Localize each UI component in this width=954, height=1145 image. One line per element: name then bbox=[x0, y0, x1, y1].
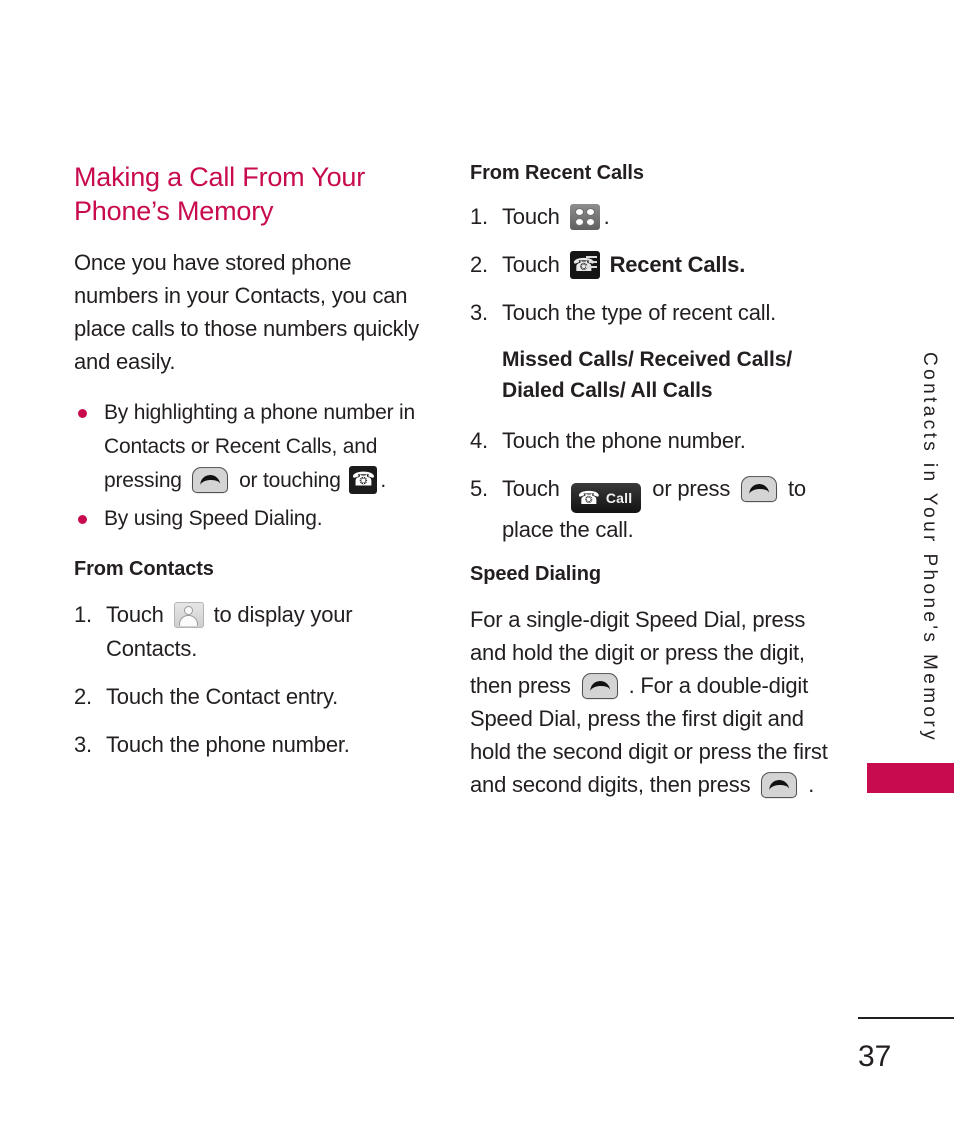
speed-text-part-3: . bbox=[808, 772, 815, 797]
step-text-after: Recent Calls. bbox=[609, 252, 746, 277]
call-button-icon: ☎ Call bbox=[570, 483, 642, 513]
step-text-before: Touch bbox=[106, 602, 164, 627]
list-item: 1. Touch . bbox=[470, 200, 830, 234]
section-heading-from-recent-calls: From Recent Calls bbox=[470, 162, 644, 184]
step-number: 4. bbox=[470, 428, 488, 453]
methods-bullet-list: By highlighting a phone number in Contac… bbox=[74, 396, 424, 536]
step-number: 3. bbox=[470, 300, 488, 325]
step-text-before: Touch bbox=[502, 204, 560, 229]
intro-paragraph: Once you have stored phone numbers in yo… bbox=[74, 250, 419, 374]
list-item: 4. Touch the phone number. bbox=[470, 424, 830, 458]
step-text-before: Touch the phone number. bbox=[106, 732, 350, 757]
section-heading-speed-dialing: Speed Dialing bbox=[470, 563, 601, 585]
page-number: 37 bbox=[858, 1040, 892, 1073]
list-item: 3. Touch the type of recent call. bbox=[470, 296, 830, 330]
step-text-after: . bbox=[603, 204, 610, 229]
bullet-text-after: . bbox=[380, 469, 387, 492]
section-heading-from-contacts: From Contacts bbox=[74, 558, 214, 580]
step-number: 2. bbox=[470, 252, 488, 277]
step-text-before: Touch the Contact entry. bbox=[106, 684, 339, 709]
contacts-icon-head bbox=[184, 606, 194, 615]
contacts-icon bbox=[173, 602, 204, 628]
step-number: 1. bbox=[470, 204, 488, 229]
list-item: By using Speed Dialing. bbox=[74, 502, 424, 536]
step-number: 1. bbox=[74, 602, 92, 627]
from-recent-calls-steps-continued: 4. Touch the phone number. 5. Touch ☎ Ca… bbox=[470, 424, 830, 547]
step-number: 5. bbox=[470, 476, 488, 501]
left-column: Making a Call From Your Phone’s Memory O… bbox=[74, 160, 424, 776]
right-column: From Recent Calls 1. Touch . 2. Touch ☎ … bbox=[470, 160, 830, 819]
list-item: 1. Touch to display your Contacts. bbox=[74, 598, 424, 666]
call-button-label: Call bbox=[605, 490, 633, 506]
footer-divider bbox=[858, 1017, 954, 1019]
send-key-icon bbox=[740, 476, 778, 503]
from-contacts-steps: 1. Touch to display your Contacts. 2. To… bbox=[74, 598, 424, 762]
handset-glyph: ☎ bbox=[577, 488, 600, 508]
send-key-icon bbox=[761, 772, 798, 799]
list-item: 5. Touch ☎ Call or press to place the ca… bbox=[470, 472, 830, 547]
step-text-before: Touch the phone number. bbox=[502, 428, 746, 453]
list-item: 2. Touch ☎ Recent Calls. bbox=[470, 248, 830, 282]
recent-calls-icon: ☎ bbox=[569, 251, 600, 279]
side-tab-label: Contacts in Your Phone's Memory bbox=[919, 352, 940, 744]
step-text-before: Touch bbox=[502, 476, 560, 501]
call-types-text: Missed Calls/ Received Calls/ Dialed Cal… bbox=[502, 348, 793, 402]
bullet-text-before: By using Speed Dialing. bbox=[104, 507, 323, 530]
bullet-text-middle: or touching bbox=[239, 469, 341, 492]
menu-grid-icon bbox=[569, 204, 600, 230]
phone-handset-icon: ☎ bbox=[349, 466, 378, 494]
step-number: 2. bbox=[74, 684, 92, 709]
step-text-before: Touch the type of recent call. bbox=[502, 300, 777, 325]
speed-dialing-paragraph: For a single-digit Speed Dial, press and… bbox=[470, 603, 830, 801]
send-key-icon bbox=[192, 467, 229, 494]
send-key-icon bbox=[581, 673, 618, 700]
contacts-icon-body bbox=[179, 615, 199, 626]
handset-glyph: ☎ bbox=[351, 469, 376, 491]
manual-page: Making a Call From Your Phone’s Memory O… bbox=[0, 0, 954, 1145]
side-tab-marker bbox=[867, 763, 954, 793]
step-text-middle: or press bbox=[652, 476, 731, 501]
arrows-glyph bbox=[585, 256, 597, 271]
step-number: 3. bbox=[74, 732, 92, 757]
step-text-before: Touch bbox=[502, 252, 560, 277]
list-item: By highlighting a phone number in Contac… bbox=[74, 396, 424, 498]
from-recent-calls-steps: 1. Touch . 2. Touch ☎ Recent Calls. 3. T… bbox=[470, 200, 830, 330]
page-title: Making a Call From Your Phone’s Memory bbox=[74, 162, 366, 226]
menu-grid-dots bbox=[574, 208, 595, 226]
list-item: 2. Touch the Contact entry. bbox=[74, 680, 424, 714]
list-item: 3. Touch the phone number. bbox=[74, 728, 424, 762]
